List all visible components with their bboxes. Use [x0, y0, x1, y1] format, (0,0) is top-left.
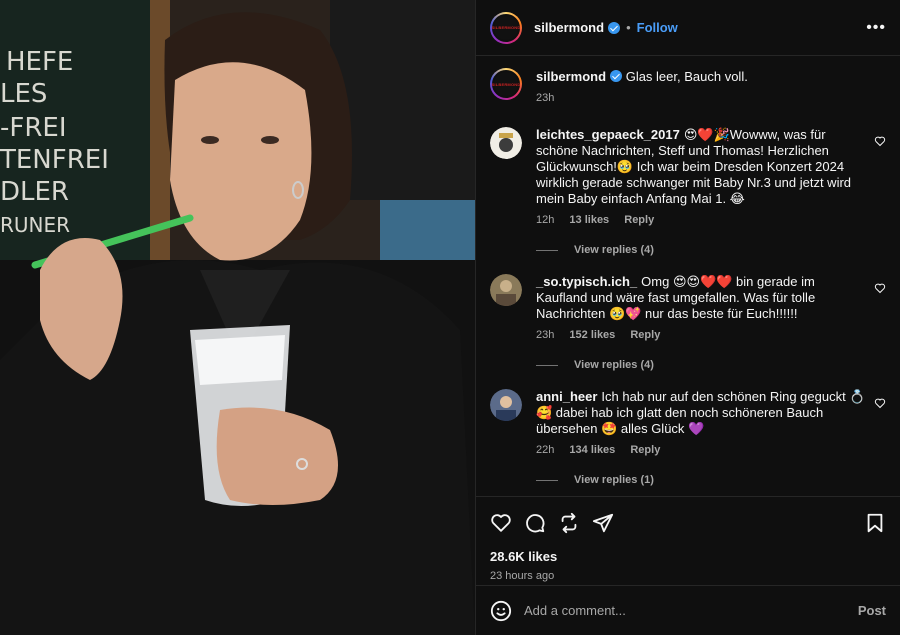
post-detail-panel: SILBERMOND silbermond • Follow ••• SILBE… — [475, 0, 900, 635]
comment-likes[interactable]: 134 likes — [569, 444, 615, 456]
caption-time: 23h — [536, 92, 555, 104]
caption-username[interactable]: silbermond — [536, 69, 606, 84]
verified-badge-icon — [610, 70, 623, 82]
emoji-icon[interactable] — [490, 600, 512, 622]
comments-scroll-area[interactable]: SILBERMOND silbermond Glas leer, Bauch v… — [476, 56, 900, 496]
comment-time: 23h — [536, 329, 555, 341]
view-replies-button[interactable]: View replies (4) — [536, 359, 886, 371]
separator-dot: • — [626, 20, 631, 35]
comment-item: leichtes_gepaeck_2017 😍❤️🎉Wowww, was für … — [490, 127, 886, 228]
svg-text:DLER: DLER — [0, 177, 69, 207]
commenter-avatar[interactable] — [490, 127, 522, 159]
comment-time: 12h — [536, 214, 555, 226]
post-actions: 28.6K likes 23 hours ago — [476, 496, 900, 582]
post-header: SILBERMOND silbermond • Follow ••• — [476, 0, 900, 56]
verified-badge-icon — [608, 21, 621, 34]
photo-illustration: HEFE LES -FREI TENFREI DLER RUNER — [0, 0, 475, 635]
svg-text:HEFE: HEFE — [6, 47, 73, 77]
comment-username[interactable]: anni_heer — [536, 389, 597, 404]
reply-button[interactable]: Reply — [630, 329, 660, 341]
comment-time: 22h — [536, 444, 555, 456]
post-caption: SILBERMOND silbermond Glas leer, Bauch v… — [490, 56, 886, 107]
caption-avatar[interactable]: SILBERMOND — [490, 68, 522, 100]
comment-item: anni_heer Ich hab nur auf den schönen Rin… — [490, 389, 886, 458]
svg-text:TENFREI: TENFREI — [0, 145, 109, 175]
svg-text:RUNER: RUNER — [0, 213, 70, 237]
commenter-avatar[interactable] — [490, 274, 522, 306]
more-options-icon[interactable]: ••• — [866, 19, 886, 37]
author-username[interactable]: silbermond — [534, 20, 604, 35]
repost-icon[interactable] — [558, 512, 580, 534]
save-bookmark-icon[interactable] — [864, 512, 886, 534]
commenter-avatar[interactable] — [490, 389, 522, 421]
comment-likes[interactable]: 152 likes — [569, 329, 615, 341]
post-photo[interactable]: HEFE LES -FREI TENFREI DLER RUNER — [0, 0, 475, 635]
reply-button[interactable]: Reply — [630, 444, 660, 456]
like-comment-heart-icon[interactable] — [874, 135, 886, 147]
reply-button[interactable]: Reply — [624, 214, 654, 226]
comment-bubble-icon[interactable] — [524, 512, 546, 534]
comment-input[interactable] — [524, 603, 858, 618]
like-comment-heart-icon[interactable] — [874, 397, 886, 409]
post-comment-button[interactable]: Post — [858, 603, 886, 618]
likes-count[interactable]: 28.6K likes — [490, 549, 886, 564]
post-time: 23 hours ago — [490, 570, 555, 582]
comment-likes[interactable]: 13 likes — [569, 214, 609, 226]
author-avatar[interactable]: SILBERMOND — [490, 11, 522, 44]
like-comment-heart-icon[interactable] — [874, 282, 886, 294]
caption-text: Glas leer, Bauch voll. — [625, 69, 748, 84]
comment-username[interactable]: _so.typisch.ich_ — [536, 274, 637, 289]
share-send-icon[interactable] — [592, 512, 614, 534]
svg-text:-FREI: -FREI — [0, 113, 67, 143]
svg-text:LES: LES — [0, 79, 47, 109]
view-replies-button[interactable]: View replies (1) — [536, 474, 886, 486]
follow-button[interactable]: Follow — [637, 20, 678, 35]
comment-username[interactable]: leichtes_gepaeck_2017 — [536, 127, 680, 142]
add-comment-bar: Post — [476, 585, 900, 635]
like-heart-icon[interactable] — [490, 512, 512, 534]
view-replies-button[interactable]: View replies (4) — [536, 244, 886, 256]
comment-item: _so.typisch.ich_ Omg 😍😍❤️❤️ bin gerade im… — [490, 274, 886, 343]
